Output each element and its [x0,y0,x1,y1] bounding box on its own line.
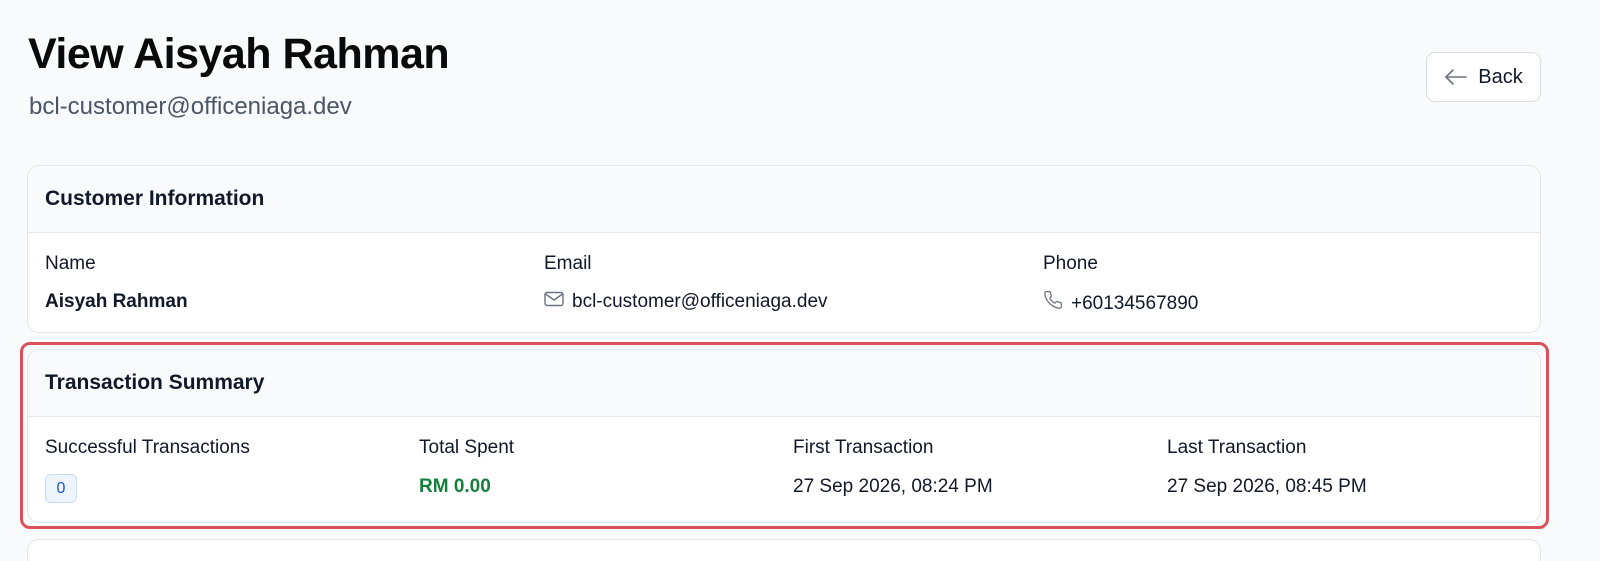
transaction-summary-card: Transaction Summary Successful Transacti… [27,349,1541,523]
phone-icon [1043,290,1063,317]
phone-value[interactable]: +60134567890 [1043,290,1198,317]
back-button[interactable]: Back [1426,52,1541,102]
total-spent-value: RM 0.00 [419,475,491,499]
next-section-card [27,539,1541,561]
name-value: Aisyah Rahman [45,290,188,314]
last-transaction-label: Last Transaction [1167,437,1307,458]
transaction-summary-heading: Transaction Summary [28,350,1540,417]
mail-icon [544,290,564,314]
email-value[interactable]: bcl-customer@officeniaga.dev [544,290,828,314]
customer-information-heading: Customer Information [28,166,1540,233]
back-button-label: Back [1478,65,1523,88]
email-value-text: bcl-customer@officeniaga.dev [572,291,828,312]
first-transaction-label: First Transaction [793,437,934,458]
total-spent-amount: RM 0.00 [419,476,491,497]
first-transaction-value: 27 Sep 2026, 08:24 PM [793,475,993,499]
name-value-text: Aisyah Rahman [45,291,188,312]
arrow-left-icon [1444,68,1468,86]
successful-transactions-label: Successful Transactions [45,437,250,458]
last-transaction-date: 27 Sep 2026, 08:45 PM [1167,476,1367,497]
successful-transactions-badge: 0 [45,474,77,503]
name-label: Name [45,253,96,274]
first-transaction-date: 27 Sep 2026, 08:24 PM [793,476,993,497]
last-transaction-value: 27 Sep 2026, 08:45 PM [1167,475,1367,499]
customer-information-card: Customer Information Name Aisyah Rahman … [27,165,1541,333]
page-subtitle-email: bcl-customer@officeniaga.dev [29,93,352,120]
page-title: View Aisyah Rahman [28,30,450,78]
email-label: Email [544,253,592,274]
customer-view-page: View Aisyah Rahman bcl-customer@officeni… [0,0,1600,561]
total-spent-label: Total Spent [419,437,515,458]
phone-value-text: +60134567890 [1071,292,1199,314]
phone-label: Phone [1043,253,1098,274]
successful-transactions-value: 0 [45,474,77,503]
